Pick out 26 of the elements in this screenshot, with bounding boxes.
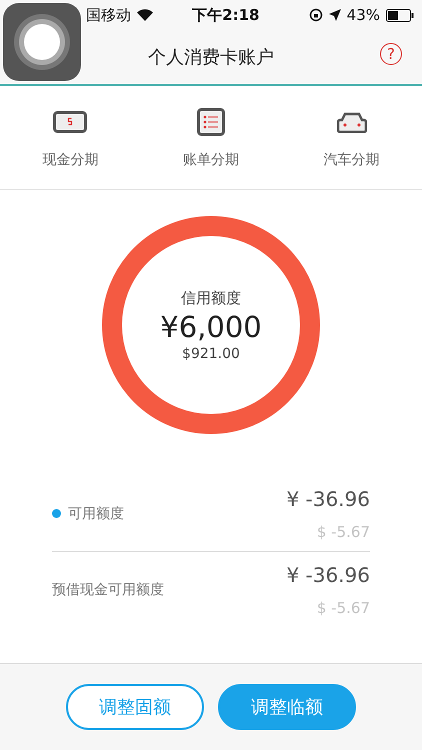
assistive-touch-icon xyxy=(13,13,71,71)
credit-usd: $921.00 xyxy=(182,346,240,362)
shortcut-label[interactable]: 汽车分期 xyxy=(324,150,380,168)
page-title: 个人消费卡账户 xyxy=(148,46,274,69)
list-icon xyxy=(196,108,225,136)
shortcut-label[interactable]: 现金分期 xyxy=(42,150,98,168)
credit-amount: ¥6,000 xyxy=(160,310,262,344)
status-time: 下午2:18 xyxy=(192,6,260,24)
usd-amount: $ -5.67 xyxy=(316,522,370,540)
usd-amount: $ -5.67 xyxy=(316,598,370,616)
assistive-touch-button[interactable] xyxy=(3,3,81,81)
cny-amount: ¥ -36.96 xyxy=(286,562,370,586)
rotation-lock-icon xyxy=(308,8,323,22)
balance-label: 预借现金可用额度 xyxy=(52,580,164,598)
wifi-icon xyxy=(137,9,153,21)
car-icon xyxy=(336,110,367,132)
battery-percent: 43% xyxy=(346,6,380,24)
location-icon xyxy=(328,9,341,21)
credit-label: 信用额度 xyxy=(180,288,241,308)
carrier-name: 国移动 xyxy=(86,6,131,24)
balance-label: 可用额度 xyxy=(68,504,124,522)
shortcut-label[interactable]: 账单分期 xyxy=(182,150,239,168)
battery-icon xyxy=(386,8,414,22)
cny-amount: ¥ -36.96 xyxy=(286,486,370,510)
banknote-icon xyxy=(53,110,88,132)
help-button[interactable]: ? xyxy=(380,43,402,65)
